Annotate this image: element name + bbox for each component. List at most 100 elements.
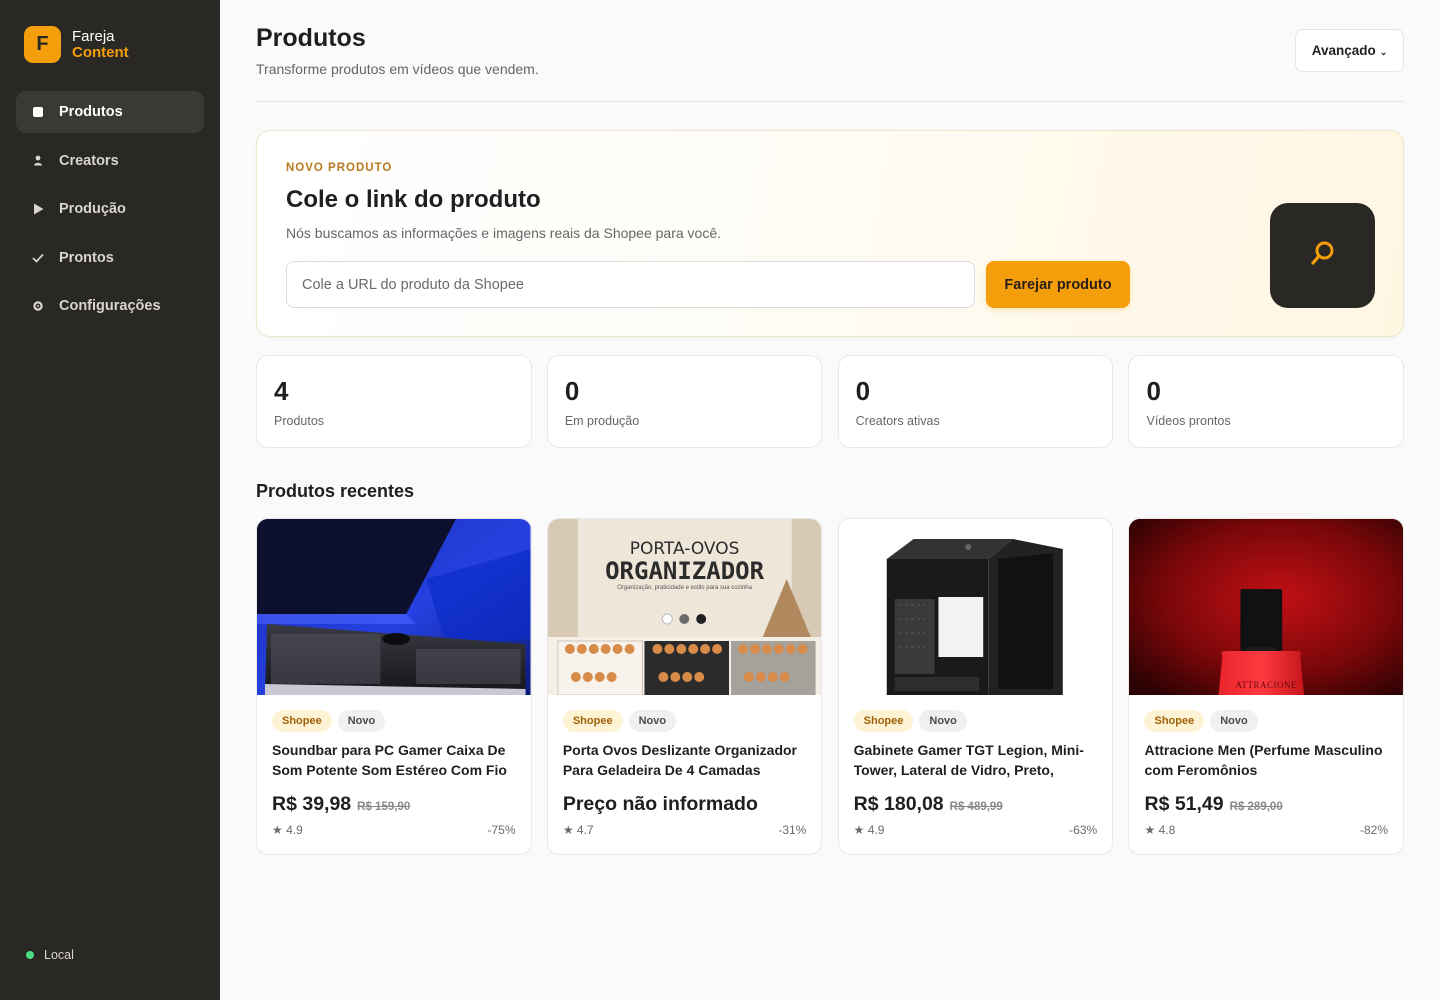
product-old-price: R$ 489,99 (949, 801, 1003, 813)
product-discount: -75% (487, 823, 516, 837)
sidebar-item-configuracoes[interactable]: Configurações (16, 285, 204, 327)
product-price: Preço não informado (562, 793, 758, 815)
stat-value: 0 (564, 376, 580, 406)
product-discount: -63% (1069, 823, 1098, 837)
stats-row: 4 Produtos 0 Em produção 0 Creators ativ… (256, 355, 1405, 448)
brand-text: Fareja Content (72, 27, 129, 61)
square-icon (31, 105, 45, 119)
status-label: Local (44, 948, 74, 962)
sidebar-item-label: Creators (59, 152, 119, 169)
stat-value: 4 (274, 376, 289, 406)
product-rating: ★ 4.9 (272, 823, 303, 837)
price-row: R$ 51,49 R$ 289,00 (1144, 793, 1388, 817)
product-title: Gabinete Gamer TGT Legion, Mini-Tower, L… (853, 742, 1084, 778)
product-card-body: Shopee Novo Porta Ovos Deslizante Organi… (562, 710, 807, 817)
product-meta: ★ 4.8 -82% (1144, 823, 1388, 837)
product-grid: Shopee Novo Soundbar para PC Gamer Caixa… (256, 518, 1405, 855)
product-discount: -31% (778, 823, 807, 837)
brand[interactable]: F Fareja Content (24, 26, 129, 63)
product-title: Soundbar para PC Gamer Caixa De Som Pote… (272, 742, 507, 778)
stat-card-em-producao: 0 Em produção (546, 355, 823, 448)
status-dot (26, 951, 34, 959)
product-tags: Shopee Novo (562, 710, 807, 732)
product-old-price: R$ 159,90 (357, 801, 411, 813)
page-subtitle: Transforme produtos em vídeos que vendem… (256, 61, 539, 77)
stat-value: 0 (1146, 376, 1161, 406)
new-badge: Novo (337, 710, 386, 732)
product-rating: ★ 4.7 (562, 823, 594, 837)
advanced-button[interactable]: Avançado ⌄ (1295, 29, 1404, 72)
sidebar-item-produtos[interactable]: Produtos (16, 91, 204, 133)
new-product-panel: NOVO PRODUTO Cole o link do produto Nós … (256, 130, 1404, 337)
store-badge: Shopee (562, 710, 623, 732)
soundbar-image (257, 519, 531, 695)
product-title: Attracione Men (Perfume Masculino com Fe… (1144, 742, 1383, 778)
product-card[interactable]: Shopee Novo Gabinete Gamer TGT Legion, M… (837, 518, 1114, 855)
search-icon (1309, 239, 1337, 272)
price-row: Preço não informado (563, 793, 807, 817)
new-badge: Novo (1210, 710, 1258, 732)
product-tags: Shopee Novo (853, 710, 1098, 732)
stat-card-videos-prontos: 0 Vídeos prontos (1128, 355, 1405, 448)
price-row: R$ 180,08 R$ 489,99 (854, 793, 1098, 817)
gear-icon (31, 299, 45, 313)
product-price: R$ 51,49 (1144, 793, 1224, 815)
stat-label: Em produção (564, 414, 640, 428)
product-url-input[interactable] (286, 261, 975, 308)
chevron-down-icon: ⌄ (1379, 47, 1388, 57)
header-divider (256, 101, 1404, 102)
stat-label: Produtos (274, 414, 325, 428)
product-price: R$ 39,98 (272, 793, 352, 815)
brand-name: Fareja (72, 27, 115, 45)
hero-illustration (1270, 203, 1375, 308)
perfume-image: ATTRACIONE (1129, 519, 1404, 695)
new-badge: Novo (628, 710, 677, 732)
brand-logo: F (24, 26, 61, 63)
product-meta: ★ 4.9 -63% (854, 823, 1098, 837)
new-badge: Novo (919, 710, 967, 732)
image-text-brand: ATTRACIONE (1235, 680, 1297, 690)
product-rating: ★ 4.8 (1144, 823, 1176, 837)
product-old-price: R$ 289,00 (1229, 801, 1283, 813)
store-badge: Shopee (272, 710, 332, 732)
section-title-recent-products: Produtos recentes (256, 481, 415, 501)
play-icon (31, 202, 45, 216)
product-price: R$ 180,08 (853, 793, 944, 815)
stat-value: 0 (855, 376, 871, 406)
sidebar-item-label: Prontos (59, 249, 114, 266)
store-badge: Shopee (1144, 710, 1205, 732)
product-card-body: Shopee Novo Soundbar para PC Gamer Caixa… (272, 710, 516, 817)
connection-status: Local (26, 948, 74, 962)
sidebar-item-label: Produtos (59, 104, 123, 120)
product-card-body: Shopee Novo Gabinete Gamer TGT Legion, M… (853, 710, 1098, 817)
hero-description: Nós buscamos as informações e imagens re… (286, 225, 722, 241)
egg-organizer-image: PORTA-OVOS ORGANIZADOR Organização, prat… (547, 519, 822, 695)
page-title: Produtos (256, 24, 366, 52)
product-rating: ★ 4.9 (853, 823, 885, 837)
stat-card-creators-ativas: 0 Creators ativas (837, 355, 1114, 448)
product-tags: Shopee Novo (1144, 710, 1388, 732)
pc-case-image (838, 519, 1113, 695)
product-meta: ★ 4.9 -75% (272, 823, 516, 837)
product-card[interactable]: ATTRACIONE Shopee Novo Attracione Men (P… (1128, 518, 1405, 855)
image-text-headline: PORTA-OVOS (629, 539, 740, 559)
store-badge: Shopee (853, 710, 914, 732)
image-text-tagline: Organização, praticidade e estilo para s… (617, 585, 752, 591)
check-icon (31, 251, 45, 265)
stat-label: Creators ativas (855, 414, 940, 428)
product-tags: Shopee Novo (272, 710, 516, 732)
stat-card-produtos: 4 Produtos (256, 355, 532, 448)
hero-eyebrow: NOVO PRODUTO (286, 162, 393, 174)
sidebar-item-prontos[interactable]: Prontos (16, 237, 204, 279)
sidebar-item-producao[interactable]: Produção (16, 188, 204, 230)
sidebar-item-creators[interactable]: Creators (16, 140, 204, 182)
price-row: R$ 39,98 R$ 159,90 (272, 793, 516, 817)
sidebar-item-label: Configurações (59, 298, 161, 314)
person-icon (31, 154, 45, 168)
product-card[interactable]: PORTA-OVOS ORGANIZADOR Organização, prat… (546, 518, 823, 855)
product-card[interactable]: Shopee Novo Soundbar para PC Gamer Caixa… (256, 518, 532, 855)
fetch-product-button[interactable]: Farejar produto (986, 261, 1130, 308)
sidebar-nav: Produtos Creators Produção Prontos Confi… (16, 91, 204, 334)
brand-name-accent: Content (72, 43, 129, 61)
product-meta: ★ 4.7 -31% (563, 823, 807, 837)
